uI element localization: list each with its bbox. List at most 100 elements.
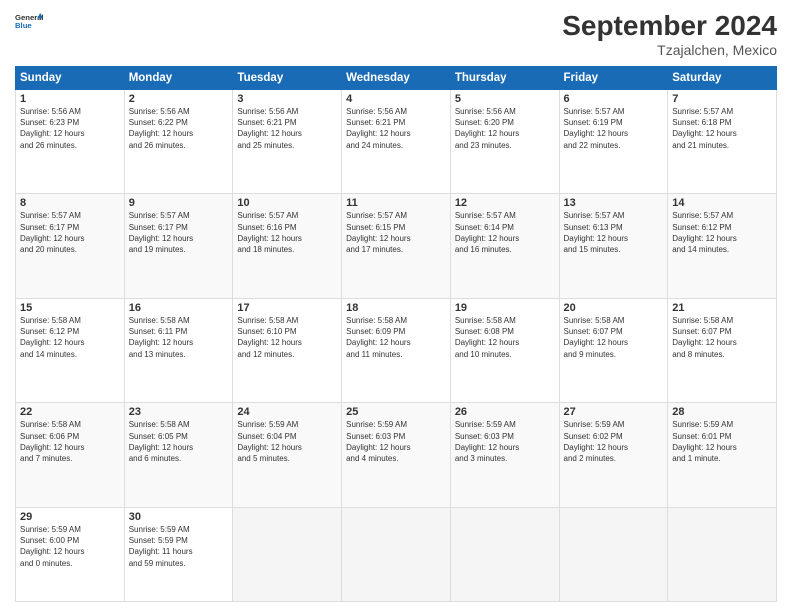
calendar-cell: 12Sunrise: 5:57 AM Sunset: 6:14 PM Dayli…: [450, 194, 559, 298]
day-info: Sunrise: 5:58 AM Sunset: 6:07 PM Dayligh…: [564, 315, 664, 360]
day-number: 4: [346, 93, 446, 105]
day-info: Sunrise: 5:59 AM Sunset: 6:03 PM Dayligh…: [346, 419, 446, 464]
day-number: 7: [672, 93, 772, 105]
calendar-cell: 29Sunrise: 5:59 AM Sunset: 6:00 PM Dayli…: [16, 507, 125, 601]
weekday-header: Monday: [124, 67, 233, 90]
day-number: 3: [237, 93, 337, 105]
day-info: Sunrise: 5:58 AM Sunset: 6:09 PM Dayligh…: [346, 315, 446, 360]
day-number: 11: [346, 197, 446, 209]
calendar-cell: 23Sunrise: 5:58 AM Sunset: 6:05 PM Dayli…: [124, 403, 233, 507]
calendar-cell: 6Sunrise: 5:57 AM Sunset: 6:19 PM Daylig…: [559, 90, 668, 194]
calendar-cell: [342, 507, 451, 601]
day-number: 27: [564, 406, 664, 418]
day-info: Sunrise: 5:57 AM Sunset: 6:18 PM Dayligh…: [672, 106, 772, 151]
day-number: 2: [129, 93, 229, 105]
day-info: Sunrise: 5:58 AM Sunset: 6:06 PM Dayligh…: [20, 419, 120, 464]
calendar-cell: 1Sunrise: 5:56 AM Sunset: 6:23 PM Daylig…: [16, 90, 125, 194]
calendar-cell: 9Sunrise: 5:57 AM Sunset: 6:17 PM Daylig…: [124, 194, 233, 298]
calendar-cell: [233, 507, 342, 601]
day-info: Sunrise: 5:57 AM Sunset: 6:13 PM Dayligh…: [564, 210, 664, 255]
calendar-cell: 13Sunrise: 5:57 AM Sunset: 6:13 PM Dayli…: [559, 194, 668, 298]
weekday-header: Wednesday: [342, 67, 451, 90]
calendar-cell: 22Sunrise: 5:58 AM Sunset: 6:06 PM Dayli…: [16, 403, 125, 507]
calendar-cell: 25Sunrise: 5:59 AM Sunset: 6:03 PM Dayli…: [342, 403, 451, 507]
day-info: Sunrise: 5:58 AM Sunset: 6:07 PM Dayligh…: [672, 315, 772, 360]
day-info: Sunrise: 5:56 AM Sunset: 6:21 PM Dayligh…: [346, 106, 446, 151]
day-number: 20: [564, 302, 664, 314]
day-number: 21: [672, 302, 772, 314]
calendar-cell: 21Sunrise: 5:58 AM Sunset: 6:07 PM Dayli…: [668, 298, 777, 402]
day-number: 18: [346, 302, 446, 314]
day-info: Sunrise: 5:57 AM Sunset: 6:19 PM Dayligh…: [564, 106, 664, 151]
day-info: Sunrise: 5:59 AM Sunset: 6:02 PM Dayligh…: [564, 419, 664, 464]
day-number: 28: [672, 406, 772, 418]
page: General Blue September 2024 Tzajalchen, …: [0, 0, 792, 612]
day-info: Sunrise: 5:59 AM Sunset: 6:03 PM Dayligh…: [455, 419, 555, 464]
day-number: 6: [564, 93, 664, 105]
day-number: 10: [237, 197, 337, 209]
calendar-cell: 19Sunrise: 5:58 AM Sunset: 6:08 PM Dayli…: [450, 298, 559, 402]
day-info: Sunrise: 5:57 AM Sunset: 6:16 PM Dayligh…: [237, 210, 337, 255]
calendar-cell: 10Sunrise: 5:57 AM Sunset: 6:16 PM Dayli…: [233, 194, 342, 298]
weekday-header: Tuesday: [233, 67, 342, 90]
day-number: 30: [129, 511, 229, 523]
day-number: 17: [237, 302, 337, 314]
day-number: 23: [129, 406, 229, 418]
day-number: 14: [672, 197, 772, 209]
day-info: Sunrise: 5:58 AM Sunset: 6:05 PM Dayligh…: [129, 419, 229, 464]
day-info: Sunrise: 5:58 AM Sunset: 6:08 PM Dayligh…: [455, 315, 555, 360]
day-info: Sunrise: 5:57 AM Sunset: 6:15 PM Dayligh…: [346, 210, 446, 255]
day-number: 5: [455, 93, 555, 105]
calendar-cell: 18Sunrise: 5:58 AM Sunset: 6:09 PM Dayli…: [342, 298, 451, 402]
logo-icon: General Blue: [15, 10, 43, 38]
calendar-cell: 26Sunrise: 5:59 AM Sunset: 6:03 PM Dayli…: [450, 403, 559, 507]
calendar-cell: 2Sunrise: 5:56 AM Sunset: 6:22 PM Daylig…: [124, 90, 233, 194]
weekday-header: Friday: [559, 67, 668, 90]
day-info: Sunrise: 5:57 AM Sunset: 6:17 PM Dayligh…: [129, 210, 229, 255]
calendar-cell: 11Sunrise: 5:57 AM Sunset: 6:15 PM Dayli…: [342, 194, 451, 298]
calendar-cell: 28Sunrise: 5:59 AM Sunset: 6:01 PM Dayli…: [668, 403, 777, 507]
day-number: 9: [129, 197, 229, 209]
day-info: Sunrise: 5:56 AM Sunset: 6:20 PM Dayligh…: [455, 106, 555, 151]
day-info: Sunrise: 5:58 AM Sunset: 6:12 PM Dayligh…: [20, 315, 120, 360]
calendar-cell: 30Sunrise: 5:59 AM Sunset: 5:59 PM Dayli…: [124, 507, 233, 601]
day-number: 19: [455, 302, 555, 314]
weekday-header: Saturday: [668, 67, 777, 90]
calendar-cell: 24Sunrise: 5:59 AM Sunset: 6:04 PM Dayli…: [233, 403, 342, 507]
day-number: 24: [237, 406, 337, 418]
calendar-cell: 15Sunrise: 5:58 AM Sunset: 6:12 PM Dayli…: [16, 298, 125, 402]
day-info: Sunrise: 5:59 AM Sunset: 5:59 PM Dayligh…: [129, 524, 229, 569]
day-number: 25: [346, 406, 446, 418]
calendar-cell: 5Sunrise: 5:56 AM Sunset: 6:20 PM Daylig…: [450, 90, 559, 194]
day-info: Sunrise: 5:58 AM Sunset: 6:10 PM Dayligh…: [237, 315, 337, 360]
header: General Blue September 2024 Tzajalchen, …: [15, 10, 777, 58]
day-info: Sunrise: 5:59 AM Sunset: 6:04 PM Dayligh…: [237, 419, 337, 464]
day-info: Sunrise: 5:56 AM Sunset: 6:21 PM Dayligh…: [237, 106, 337, 151]
day-number: 16: [129, 302, 229, 314]
day-info: Sunrise: 5:57 AM Sunset: 6:17 PM Dayligh…: [20, 210, 120, 255]
day-number: 26: [455, 406, 555, 418]
day-info: Sunrise: 5:56 AM Sunset: 6:22 PM Dayligh…: [129, 106, 229, 151]
calendar-cell: 27Sunrise: 5:59 AM Sunset: 6:02 PM Dayli…: [559, 403, 668, 507]
calendar-cell: 20Sunrise: 5:58 AM Sunset: 6:07 PM Dayli…: [559, 298, 668, 402]
day-info: Sunrise: 5:57 AM Sunset: 6:12 PM Dayligh…: [672, 210, 772, 255]
day-info: Sunrise: 5:59 AM Sunset: 6:00 PM Dayligh…: [20, 524, 120, 569]
calendar-cell: 14Sunrise: 5:57 AM Sunset: 6:12 PM Dayli…: [668, 194, 777, 298]
day-number: 12: [455, 197, 555, 209]
weekday-header: Thursday: [450, 67, 559, 90]
location-title: Tzajalchen, Mexico: [562, 42, 777, 58]
calendar-cell: 8Sunrise: 5:57 AM Sunset: 6:17 PM Daylig…: [16, 194, 125, 298]
calendar-cell: 7Sunrise: 5:57 AM Sunset: 6:18 PM Daylig…: [668, 90, 777, 194]
calendar-cell: [668, 507, 777, 601]
title-block: September 2024 Tzajalchen, Mexico: [562, 10, 777, 58]
day-number: 29: [20, 511, 120, 523]
day-number: 15: [20, 302, 120, 314]
day-number: 1: [20, 93, 120, 105]
day-info: Sunrise: 5:58 AM Sunset: 6:11 PM Dayligh…: [129, 315, 229, 360]
month-title: September 2024: [562, 10, 777, 42]
calendar-cell: 3Sunrise: 5:56 AM Sunset: 6:21 PM Daylig…: [233, 90, 342, 194]
svg-text:Blue: Blue: [15, 21, 32, 30]
calendar-cell: 17Sunrise: 5:58 AM Sunset: 6:10 PM Dayli…: [233, 298, 342, 402]
weekday-header: Sunday: [16, 67, 125, 90]
calendar-table: SundayMondayTuesdayWednesdayThursdayFrid…: [15, 66, 777, 602]
